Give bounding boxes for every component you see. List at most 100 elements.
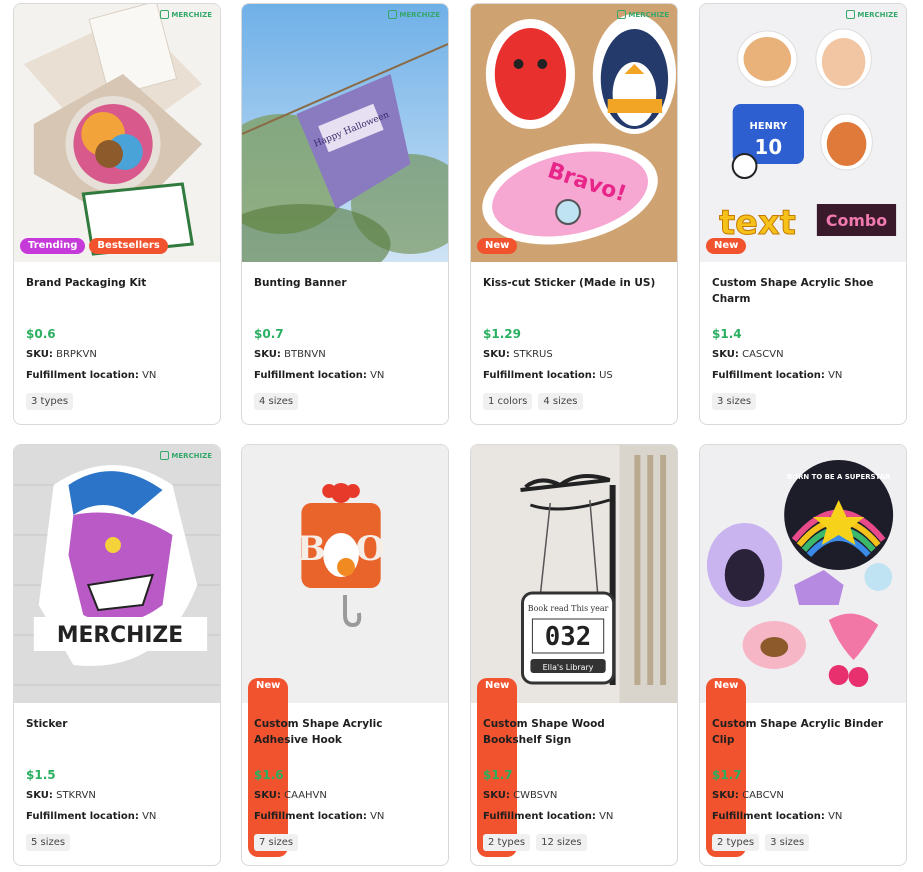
location-value: VN [599,811,614,822]
location-label: Fulfillment location: [254,811,367,822]
sign-count-text: 032 [545,622,591,652]
new-badge: New [706,238,747,254]
product-title[interactable]: Custom Shape Acrylic Adhesive Hook [254,716,436,748]
variant-tag: 3 sizes [765,834,810,851]
product-sku: SKU: BRPKVN [26,349,208,360]
product-price: $1.7 [712,768,742,782]
fulfillment-location: Fulfillment location: VN [483,811,665,822]
sku-value: BRPKVN [56,349,97,360]
product-price: $1.6 [254,768,284,782]
product-sku: SKU: CWBSVN [483,790,665,801]
location-value: VN [828,370,843,381]
product-sku: SKU: CABCVN [712,790,894,801]
product-image: Bravo! MERCHIZE New [471,4,677,262]
brand-logo: MERCHIZE [617,10,669,19]
sku-value: CWBSVN [513,790,558,801]
location-label: Fulfillment location: [26,811,139,822]
product-image: MERCHIZE Trending Bestsellers [14,4,220,262]
location-value: VN [828,811,843,822]
product-image: BORN TO BE A SUPERSTAR [700,445,906,703]
variant-tag: 4 sizes [538,393,583,410]
superstar-text: BORN TO BE A SUPERSTAR [787,473,891,481]
fulfillment-location: Fulfillment location: VN [712,811,894,822]
product-title[interactable]: Sticker [26,716,208,748]
product-card[interactable]: BOO New Custom Shape Acrylic Adhesive Ho… [241,444,449,866]
brand-logo: MERCHIZE [846,10,898,19]
product-grid: MERCHIZE Trending Bestsellers Brand Pack… [0,0,923,872]
product-title[interactable]: Custom Shape Acrylic Binder Clip [712,716,894,748]
sku-label: SKU: [712,349,739,360]
brand-mark-icon [160,451,170,460]
brand-logo-text: MERCHIZE [857,10,898,19]
product-title[interactable]: Bunting Banner [254,275,436,307]
variant-tag: 5 sizes [26,834,71,851]
sticker-logo-text: MERCHIZE [57,623,183,648]
product-sku: SKU: STKRUS [483,349,665,360]
variant-tag: 2 types [712,834,760,851]
sku-label: SKU: [26,790,53,801]
product-price: $1.29 [483,327,521,341]
product-title[interactable]: Kiss-cut Sticker (Made in US) [483,275,665,307]
product-card[interactable]: MERCHIZE MERCHIZE Sticker $1.5 SKU: STKR… [13,444,221,866]
product-price: $0.6 [26,327,56,341]
sign-bottom-text: Ella's Library [543,663,594,672]
product-price: $1.5 [26,768,56,782]
product-card[interactable]: MERCHIZE Trending Bestsellers Brand Pack… [13,3,221,425]
variant-tag: 3 sizes [712,393,757,410]
location-value: US [599,370,613,381]
variant-tag: 2 types [483,834,531,851]
product-card[interactable]: Bravo! MERCHIZE New Kiss-cut Sticker (Ma… [470,3,678,425]
bestsellers-badge: Bestsellers [89,238,168,254]
fulfillment-location: Fulfillment location: US [483,370,665,381]
sku-value: STKRUS [513,349,553,360]
product-sku: SKU: BTBNVN [254,349,436,360]
sku-label: SKU: [712,790,739,801]
sku-value: STKRVN [56,790,96,801]
sku-value: CAAHVN [284,790,327,801]
sku-label: SKU: [254,349,281,360]
location-label: Fulfillment location: [712,811,825,822]
product-sku: SKU: STKRVN [26,790,208,801]
location-label: Fulfillment location: [483,811,596,822]
brand-mark-icon [388,10,398,19]
charm-text: text [719,203,796,242]
fulfillment-location: Fulfillment location: VN [26,811,208,822]
sku-value: CASCVN [742,349,784,360]
location-label: Fulfillment location: [483,370,596,381]
variant-tag: 12 sizes [536,834,587,851]
product-image: Happy Halloween MERCHIZE [242,4,448,262]
product-sku: SKU: CASCVN [712,349,894,360]
sku-label: SKU: [483,349,510,360]
location-value: VN [370,370,385,381]
product-card[interactable]: Book read This year 032 Ella's Library N… [470,444,678,866]
product-title[interactable]: Custom Shape Acrylic Shoe Charm [712,275,894,307]
fulfillment-location: Fulfillment location: VN [254,811,436,822]
fulfillment-location: Fulfillment location: VN [26,370,208,381]
jersey-number-text: 10 [755,136,783,159]
variant-tag: 1 colors [483,393,533,410]
sku-label: SKU: [26,349,53,360]
location-label: Fulfillment location: [254,370,367,381]
location-value: VN [142,370,157,381]
jersey-name-text: HENRY [750,121,788,132]
location-value: VN [370,811,385,822]
charm-combo-text: Combo [826,211,887,230]
product-price: $0.7 [254,327,284,341]
location-label: Fulfillment location: [712,370,825,381]
brand-logo-text: MERCHIZE [171,451,212,460]
fulfillment-location: Fulfillment location: VN [712,370,894,381]
product-title[interactable]: Brand Packaging Kit [26,275,208,307]
product-card[interactable]: Happy Halloween MERCHIZE Bunting Banner … [241,3,449,425]
sku-label: SKU: [254,790,281,801]
product-title[interactable]: Custom Shape Wood Bookshelf Sign [483,716,665,748]
product-card[interactable]: HENRY 10 text Combo MERCHIZE New Custom … [699,3,907,425]
product-image: HENRY 10 text Combo MERCHIZE New [700,4,906,262]
product-image: Book read This year 032 Ella's Library [471,445,677,703]
variant-tag: 3 types [26,393,74,410]
location-value: VN [142,811,157,822]
new-badge: New [477,238,518,254]
brand-mark-icon [160,10,170,19]
product-card[interactable]: BORN TO BE A SUPERSTAR New Custom Shape … [699,444,907,866]
sku-label: SKU: [483,790,510,801]
brand-logo-text: MERCHIZE [171,10,212,19]
